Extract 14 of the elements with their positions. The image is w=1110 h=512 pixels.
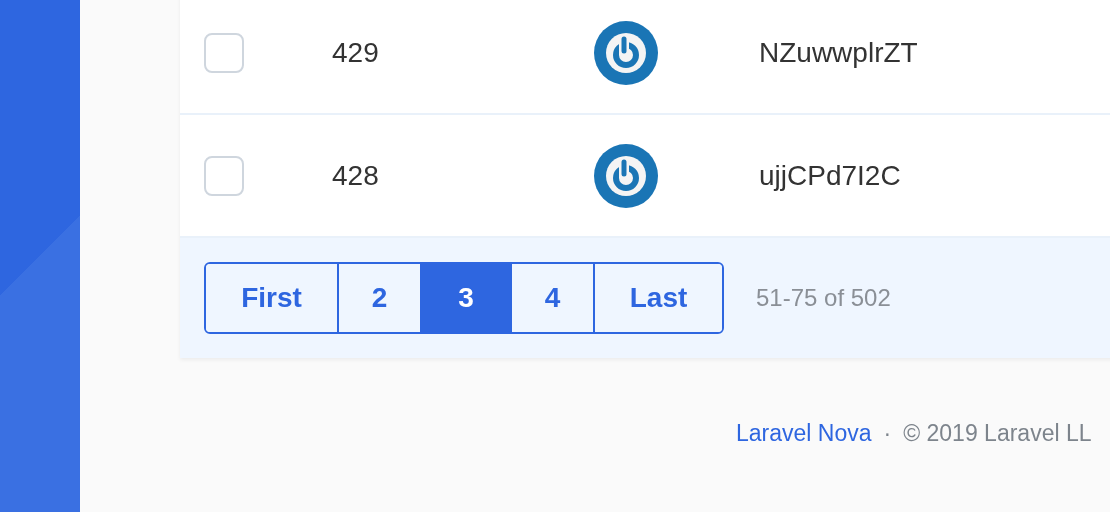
footer-separator: · (883, 420, 892, 447)
page-range: 51-75 of 502 (756, 284, 891, 312)
table-cell-text: 428 (332, 159, 380, 192)
row-checkbox[interactable] (204, 155, 244, 196)
table-cell-text: 429 (332, 36, 380, 69)
footer-link[interactable]: Laravel Nova (736, 420, 872, 447)
row-checkbox[interactable] (204, 32, 244, 73)
page-button[interactable]: Last (593, 264, 722, 332)
table-cell: NZuwwplrZT (759, 36, 918, 69)
table-cell: ujjCPd7I2C (759, 159, 901, 192)
power-icon (594, 20, 658, 85)
copyright-text: © 2019 Laravel LL (903, 420, 1092, 447)
power-icon (594, 143, 658, 208)
page-button[interactable]: 3 (420, 264, 510, 332)
